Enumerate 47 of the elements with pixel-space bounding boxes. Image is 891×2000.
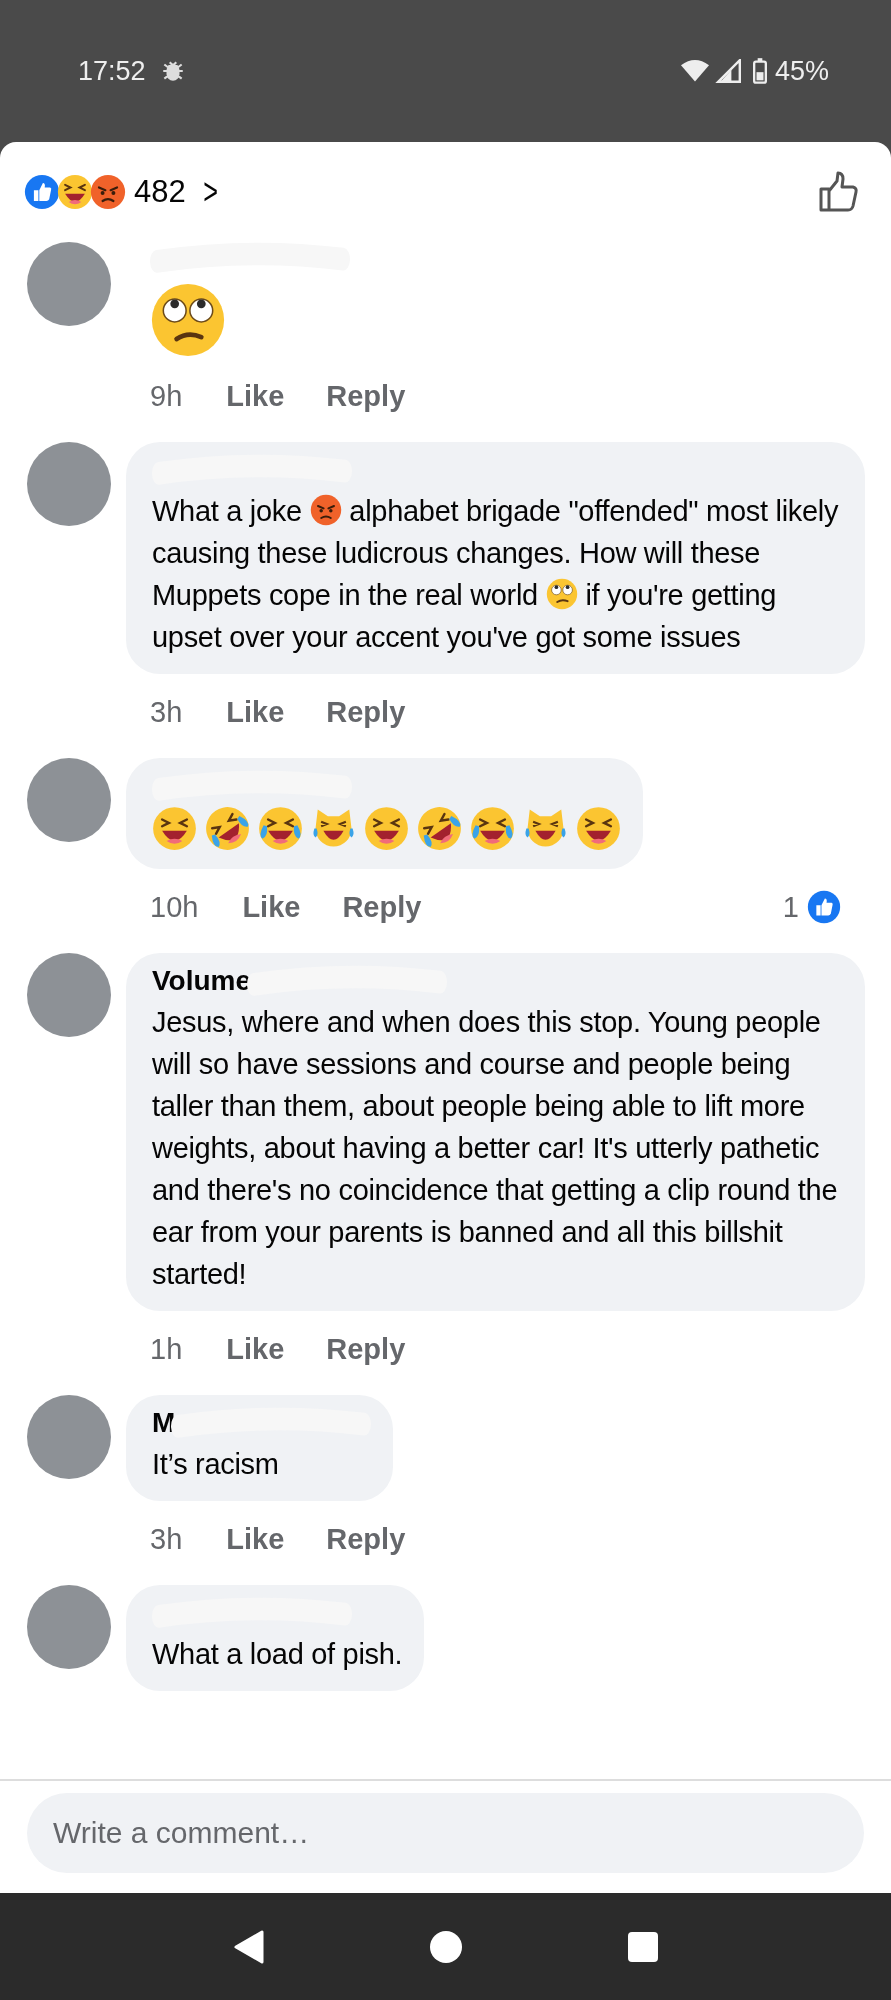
comment-reaction-count: 1 — [782, 890, 799, 924]
comment-text: It’s racism — [152, 1447, 280, 1482]
joy-emoji-icon — [258, 806, 303, 851]
battery-icon — [752, 58, 767, 84]
comment-text: What a load of pish. — [152, 1637, 403, 1672]
like-link[interactable]: Like — [226, 1522, 285, 1556]
angry-emoji-icon — [309, 494, 342, 526]
recents-icon[interactable] — [625, 1929, 660, 1964]
grin-emoji-icon — [364, 806, 409, 851]
angry-reaction-icon — [90, 174, 126, 210]
eyeroll-emoji-icon — [150, 282, 226, 358]
eyeroll-emoji-icon — [545, 578, 578, 610]
grin-emoji-icon — [576, 806, 621, 851]
comment-time: 10h — [150, 890, 199, 924]
chevron-icon: > — [202, 171, 218, 213]
rofl-emoji-icon — [205, 806, 250, 851]
haha-reaction-icon — [57, 174, 93, 210]
reply-link[interactable]: Reply — [326, 1332, 406, 1366]
comment-time: 9h — [150, 379, 183, 413]
comment-text: Jesus, where and when does this stop. Young people will so have sessions and course and people being taller than them, about people being able to lift more weights, about having a better car! It's utterly pathetic and there's no coincidence that getting a clip round the ear from your parents is banned and all this billshit started! — [152, 1005, 839, 1292]
reaction-count: 482 — [134, 174, 186, 210]
comment-input-field[interactable]: Write a comment… — [27, 1793, 864, 1873]
comment-time: 1h — [150, 1332, 183, 1366]
reply-link[interactable]: Reply — [326, 695, 406, 729]
comment-time: 3h — [150, 695, 183, 729]
signal-icon — [714, 59, 743, 83]
grin-emoji-icon — [152, 806, 197, 851]
status-time: 17:52 — [78, 55, 146, 87]
comment-text: What a joke alphabet brigade "offended" most likely causing these ludicrous changes. How will these Muppets cope in the real world if you're getting upset over your accent you've got some issues — [152, 493, 840, 655]
reply-link[interactable]: Reply — [326, 379, 406, 413]
joy-emoji-icon — [470, 806, 515, 851]
like-reaction-icon — [24, 174, 60, 210]
battery-percent: 45% — [774, 55, 829, 87]
home-icon[interactable] — [428, 1929, 463, 1964]
reactions-summary[interactable]: 482 > — [24, 171, 221, 213]
like-link[interactable]: Like — [226, 695, 285, 729]
rofl-emoji-icon — [417, 806, 462, 851]
reply-link[interactable]: Reply — [342, 890, 422, 924]
wifi-icon — [680, 59, 709, 83]
like-link[interactable]: Like — [226, 1332, 285, 1366]
like-link[interactable]: Like — [226, 379, 285, 413]
comment-time: 3h — [150, 1522, 183, 1556]
like-link[interactable]: Like — [242, 890, 301, 924]
commenter-name[interactable]: Volume — [152, 965, 252, 997]
like-reaction-icon — [807, 890, 841, 924]
reply-link[interactable]: Reply — [326, 1522, 406, 1556]
thumbs-up-icon[interactable] — [817, 170, 861, 214]
